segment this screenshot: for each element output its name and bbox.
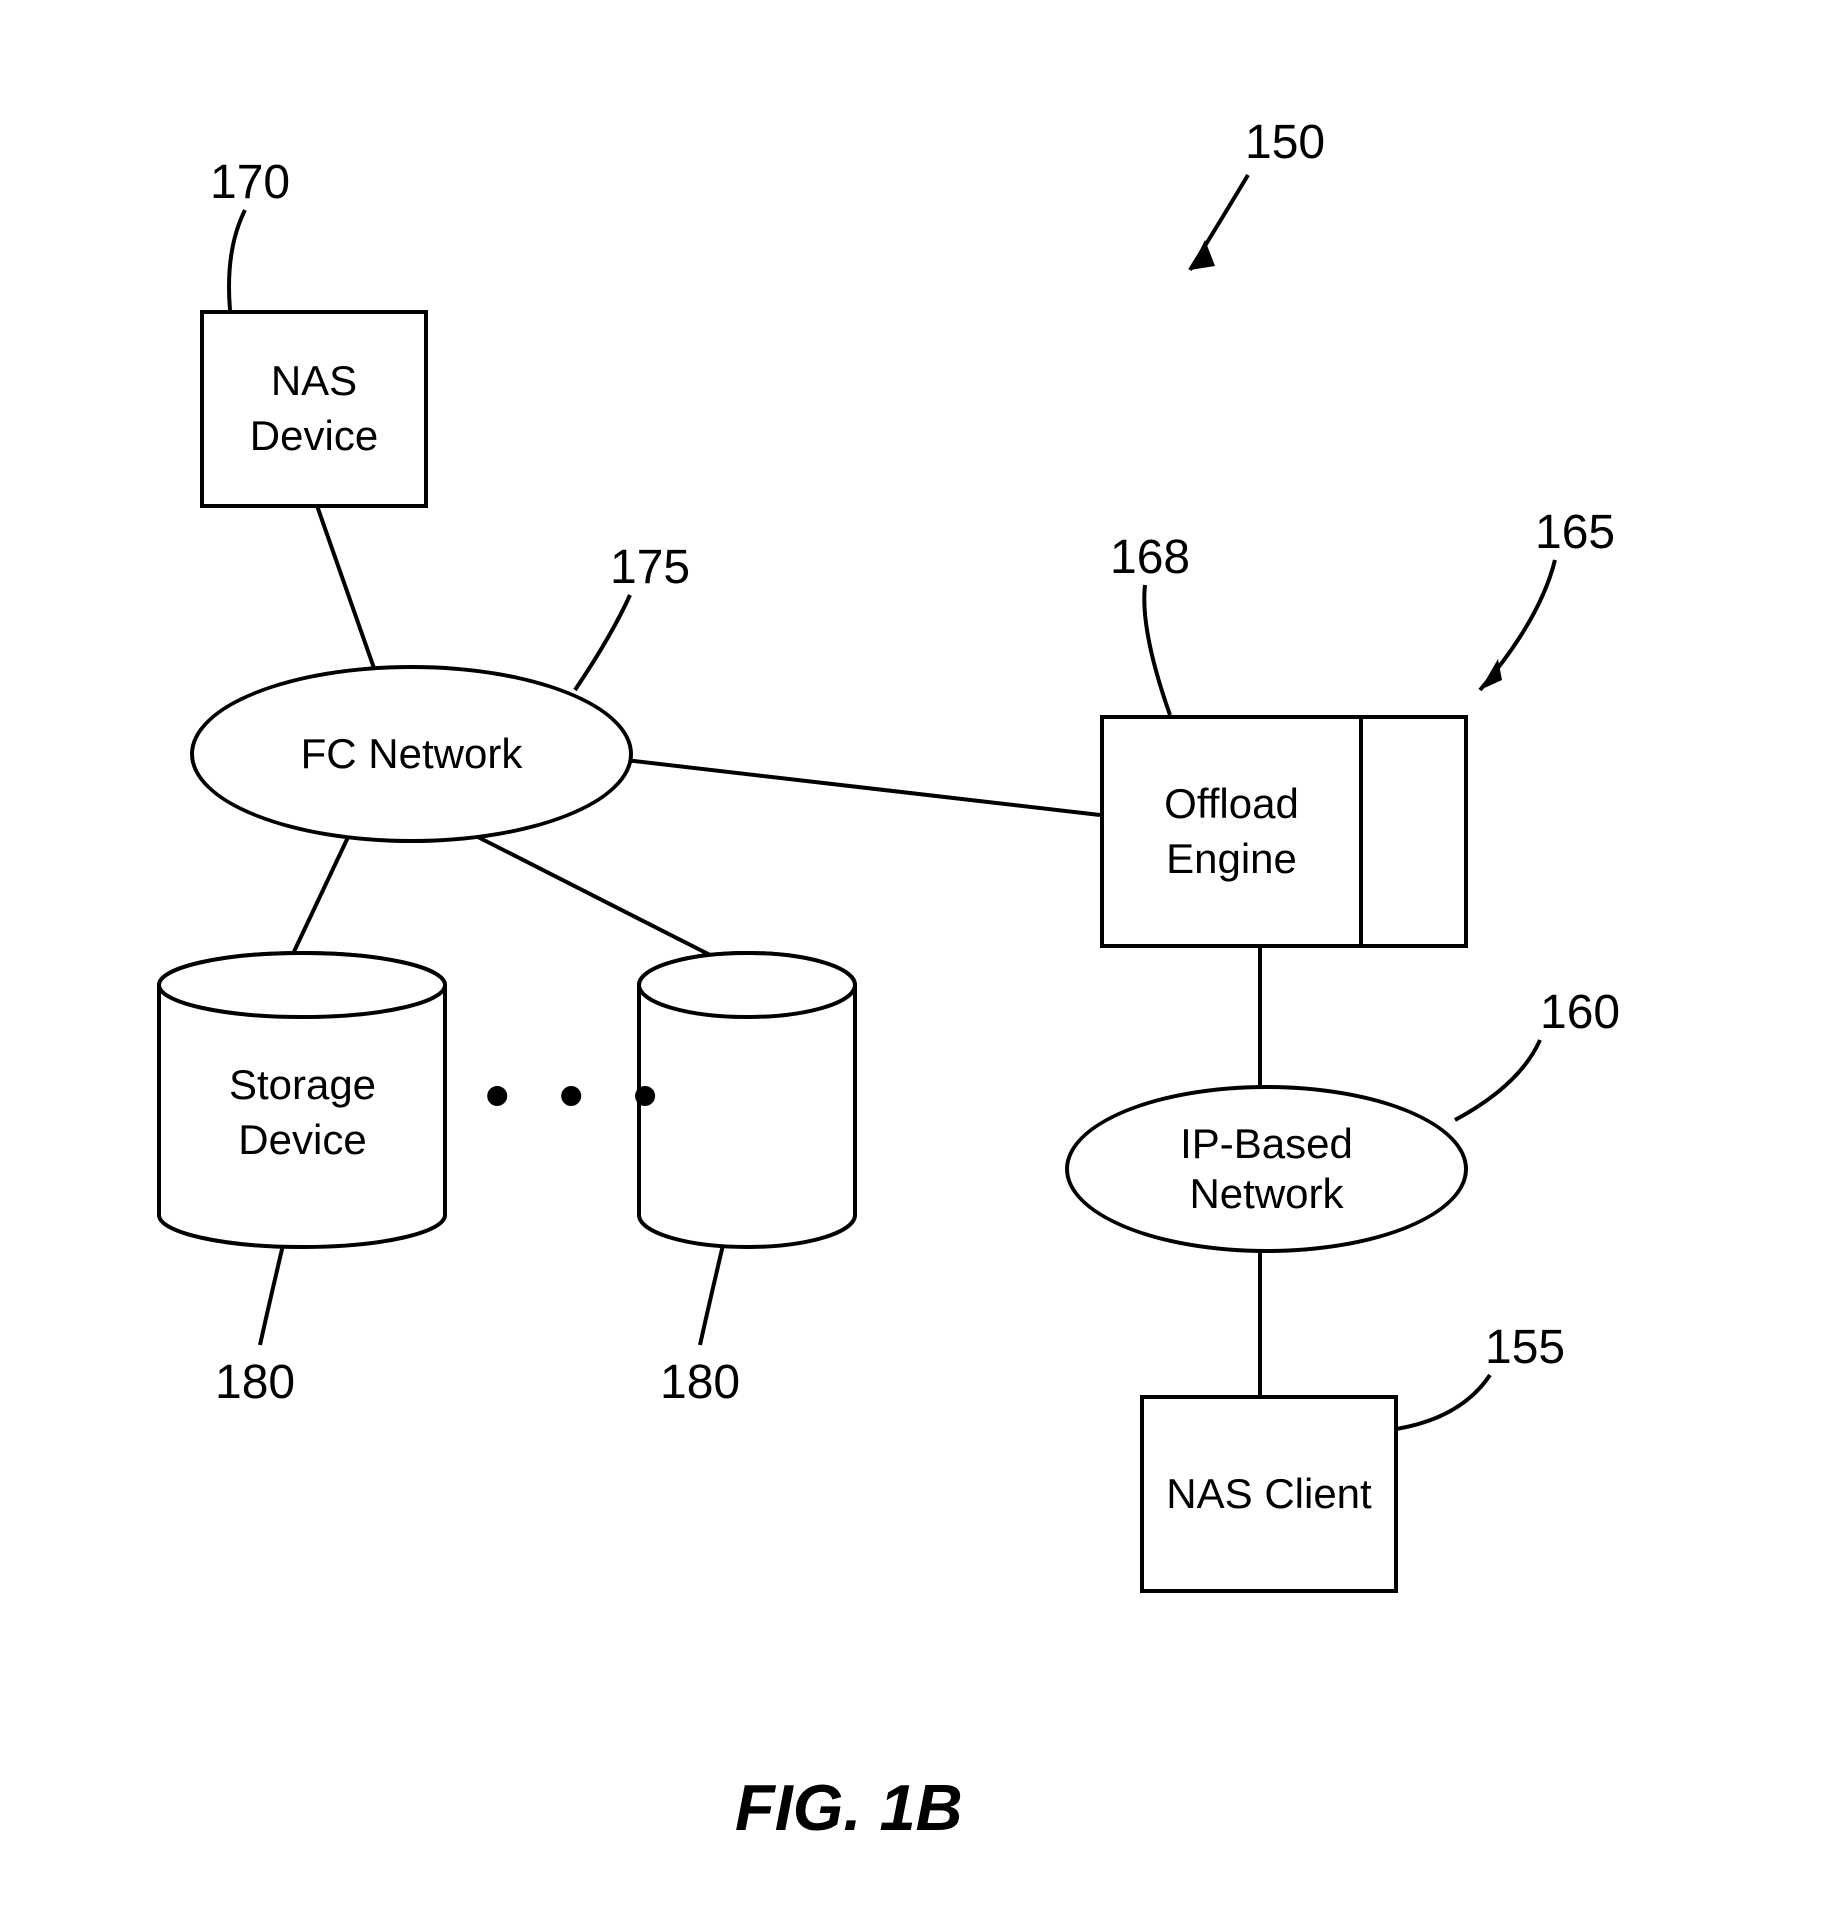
fc-network-ellipse: FC Network (190, 665, 633, 843)
ref-168: 168 (1110, 530, 1190, 585)
nas-device-label: NAS Device (250, 354, 378, 463)
fc-network-label: FC Network (301, 729, 523, 779)
ref-175: 175 (610, 540, 690, 595)
ref-160: 160 (1540, 985, 1620, 1040)
ref-165: 165 (1535, 505, 1615, 560)
nas-client-label: NAS Client (1166, 1467, 1371, 1522)
storage-device-left-label: Storage Device (229, 1058, 376, 1167)
ref-180-left: 180 (215, 1355, 295, 1410)
figure-title: FIG. 1B (735, 1770, 963, 1845)
ip-network-label: IP-Based Network (1180, 1119, 1353, 1220)
ellipsis-dots: • • • (485, 1055, 672, 1135)
ref-180-right: 180 (660, 1355, 740, 1410)
offload-engine-box: Offload Engine (1100, 715, 1468, 948)
ref-155: 155 (1485, 1320, 1565, 1375)
storage-device-left: Storage Device (155, 950, 450, 1250)
offload-engine-label: Offload Engine (1164, 777, 1299, 886)
ref-150: 150 (1245, 115, 1325, 170)
nas-device-box: NAS Device (200, 310, 428, 508)
ref-170: 170 (210, 155, 290, 210)
ip-network-ellipse: IP-Based Network (1065, 1085, 1468, 1253)
nas-client-box: NAS Client (1140, 1395, 1398, 1593)
